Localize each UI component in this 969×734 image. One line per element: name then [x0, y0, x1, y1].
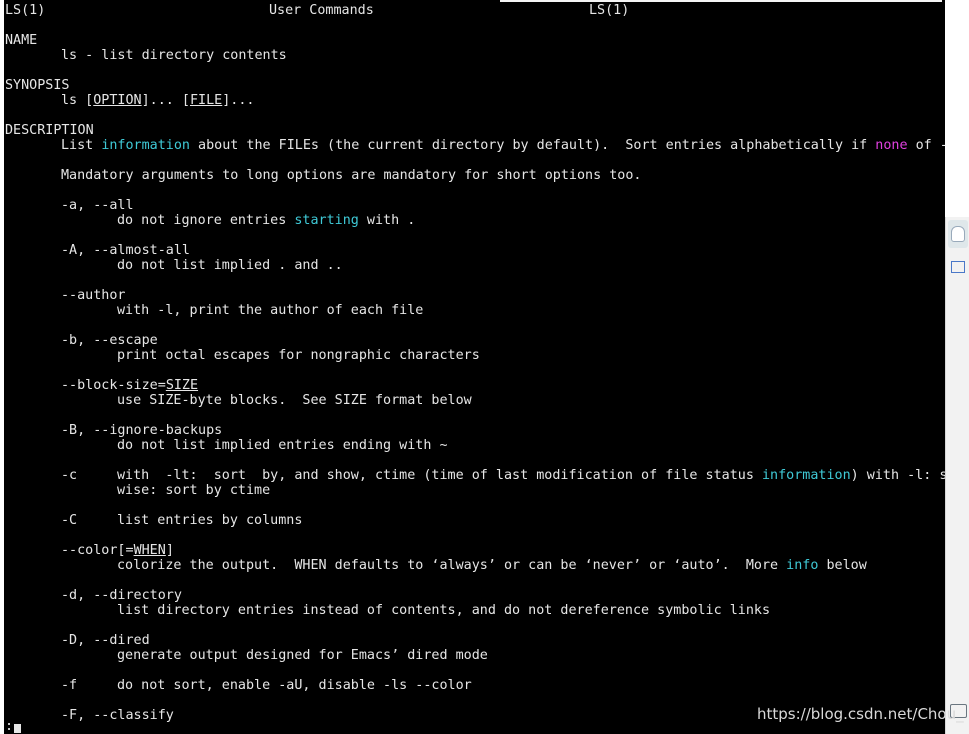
terminal-window[interactable]: LS(1) User Commands LS(1) NAME ls - list…: [4, 0, 945, 734]
chat-icon[interactable]: [948, 220, 968, 248]
description-line-1: List information about the FILEs (the cu…: [61, 138, 945, 153]
name-text: ls - list directory contents: [61, 48, 287, 63]
option-f-desc: do not sort, enable -aU, disable -ls --c…: [117, 678, 472, 693]
title-bar-gap: [500, 0, 942, 2]
option-F-flag: -F, --classify: [61, 708, 174, 723]
option-all-flag: -a, --all: [61, 198, 134, 213]
section-name-heading: NAME: [5, 33, 38, 48]
option-directory-desc: list directory entries instead of conten…: [117, 603, 771, 618]
synopsis-line: ls [OPTION]... [FILE]...: [61, 93, 255, 108]
option-all-desc: do not ignore entries starting with .: [117, 213, 416, 228]
option-escape-desc: print octal escapes for nongraphic chara…: [117, 348, 480, 363]
option-c-desc: with -lt: sort by, and show, ctime (time…: [117, 468, 945, 483]
option-almost-all-desc: do not list implied . and ..: [117, 258, 343, 273]
option-color-flag: --color[=WHEN]: [61, 543, 174, 558]
option-escape-flag: -b, --escape: [61, 333, 158, 348]
option-c-desc-2: wise: sort by ctime: [117, 483, 271, 498]
table-icon[interactable]: [948, 253, 968, 281]
option-c-flag: -c: [61, 468, 78, 483]
option-ignore-backups-desc: do not list implied entries ending with …: [117, 438, 448, 453]
side-toolbar: [945, 217, 969, 734]
option-author-flag: --author: [61, 288, 126, 303]
option-almost-all-flag: -A, --almost-all: [61, 243, 190, 258]
pager-prompt[interactable]: :: [5, 719, 13, 734]
option-block-size-desc: use SIZE-byte blocks. See SIZE format be…: [117, 393, 472, 408]
option-C-desc: list entries by columns: [117, 513, 303, 528]
section-description-heading: DESCRIPTION: [5, 123, 94, 138]
man-header-center: User Commands: [269, 3, 374, 18]
option-dired-flag: -D, --dired: [61, 633, 150, 648]
man-header-left: LS(1): [5, 3, 46, 18]
option-author-desc: with -l, print the author of each file: [117, 303, 424, 318]
option-block-size-flag: --block-size=SIZE: [61, 378, 199, 393]
option-C-flag: -C: [61, 513, 78, 528]
section-synopsis-heading: SYNOPSIS: [5, 78, 70, 93]
option-color-desc: colorize the output. WHEN defaults to ‘a…: [117, 558, 867, 573]
terminal-cursor: [14, 724, 21, 733]
watermark-text: https://blog.csdn.net/Chou_: [757, 705, 964, 723]
description-line-2: Mandatory arguments to long options are …: [61, 168, 642, 183]
option-ignore-backups-flag: -B, --ignore-backups: [61, 423, 223, 438]
option-dired-desc: generate output designed for Emacs’ dire…: [117, 648, 488, 663]
option-directory-flag: -d, --directory: [61, 588, 182, 603]
option-f-flag: -f: [61, 678, 78, 693]
man-header-right: LS(1): [589, 3, 630, 18]
